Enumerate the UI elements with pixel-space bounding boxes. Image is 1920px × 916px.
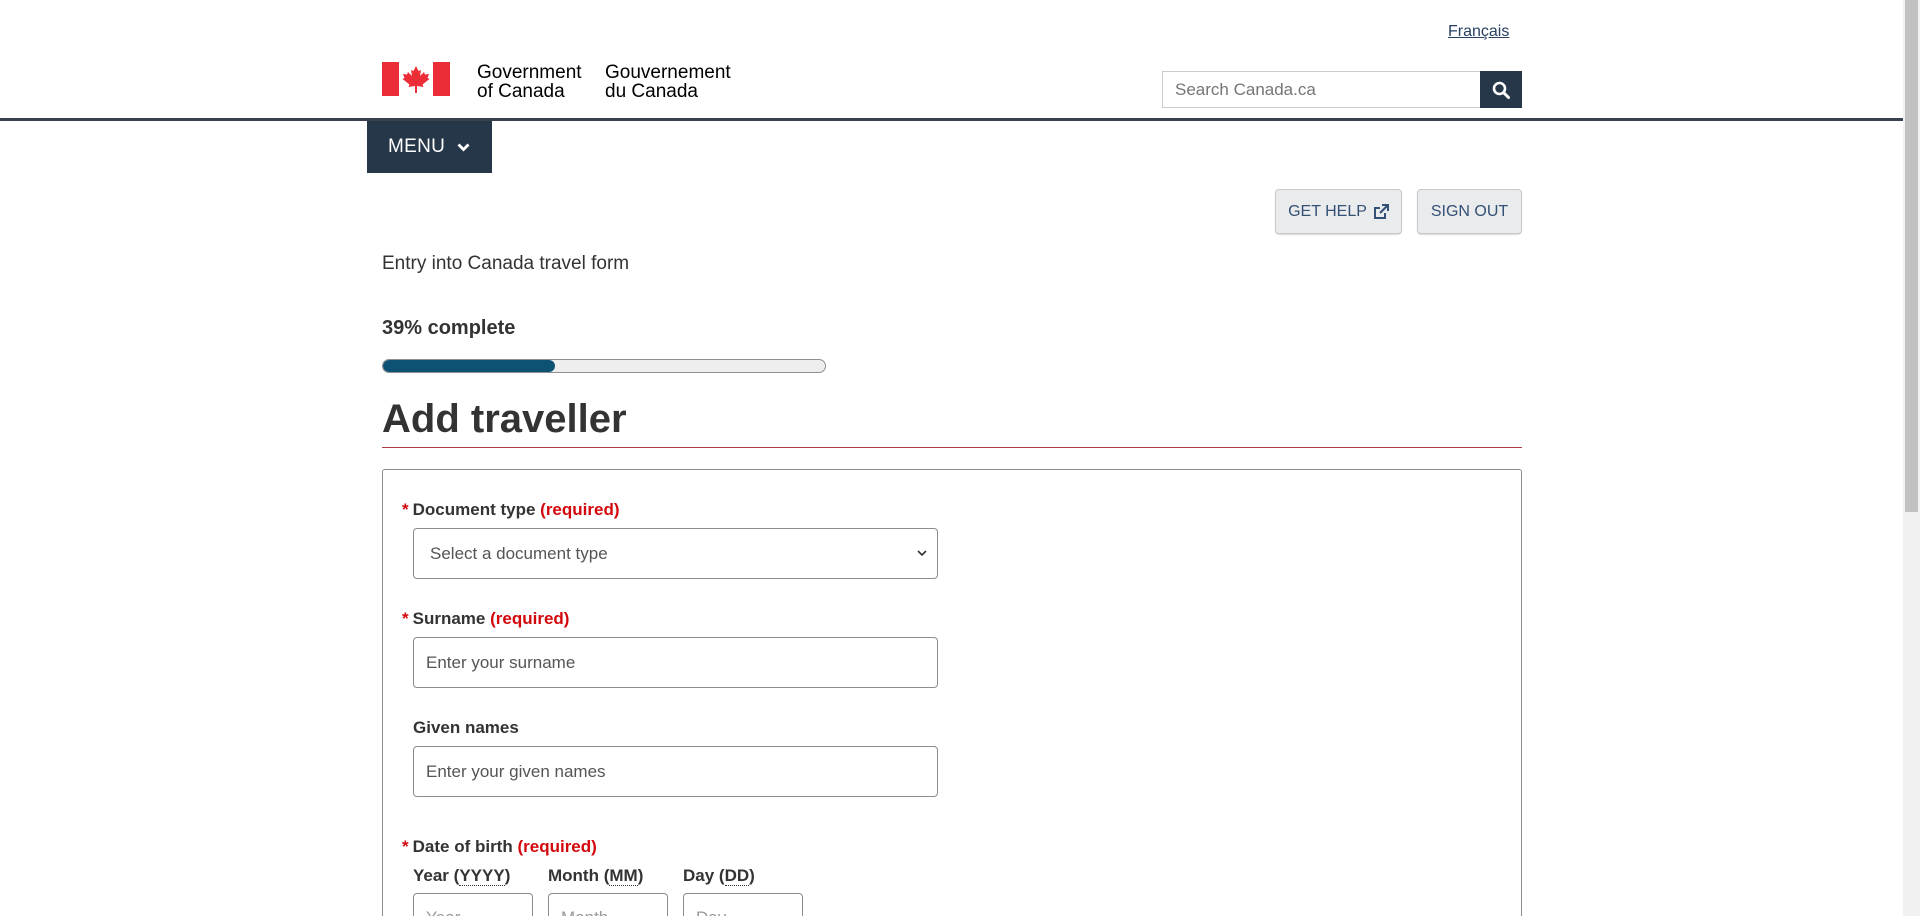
external-link-icon (1373, 203, 1389, 219)
document-type-label-text: Document type (412, 500, 536, 519)
document-type-selected: Select a document type (430, 543, 608, 563)
document-type-select[interactable]: Select a document type (413, 528, 938, 579)
signature-french: Gouvernement du Canada (605, 63, 731, 101)
surname-input[interactable]: Enter your surname (413, 637, 938, 688)
birth-day-format: DD (724, 866, 750, 886)
birth-year-input[interactable]: Year (413, 893, 533, 916)
get-help-button[interactable]: GET HELP (1275, 189, 1402, 234)
chevron-down-icon (917, 550, 927, 557)
signature-fr-line2: du Canada (605, 81, 698, 102)
document-type-label: * Document type (required) (402, 500, 620, 520)
site-search (1162, 71, 1522, 108)
given-names-input[interactable]: Enter your given names (413, 746, 938, 797)
scrollbar-thumb[interactable] (1905, 0, 1918, 512)
chevron-down-icon (457, 143, 470, 151)
sign-out-button[interactable]: SIGN OUT (1417, 189, 1522, 234)
birth-month-label-text: Month (548, 866, 599, 885)
date-of-birth-label-text: Date of birth (412, 837, 513, 856)
required-indicator: (required) (540, 500, 620, 519)
birth-month-format: MM (609, 866, 638, 886)
language-toggle-link[interactable]: Français (1448, 23, 1509, 41)
signature-en-line1: Government (477, 62, 582, 83)
surname-label-text: Surname (412, 609, 486, 628)
page-title: Add traveller (382, 397, 627, 441)
progress-label: 39% complete (382, 317, 516, 339)
signature-fr-line1: Gouvernement (605, 62, 731, 83)
header-divider (0, 118, 1903, 121)
title-underline (382, 447, 1522, 448)
signature-en-line2: of Canada (477, 81, 565, 102)
search-input[interactable] (1162, 71, 1480, 108)
search-icon (1492, 81, 1510, 99)
required-asterisk: * (402, 500, 409, 519)
birth-day-label: Day (DD) (683, 866, 755, 886)
required-asterisk: * (402, 609, 409, 628)
surname-label: * Surname (required) (402, 609, 569, 629)
birth-month-input[interactable]: Month (548, 893, 668, 916)
birth-year-format: YYYY (459, 866, 505, 886)
date-of-birth-label: * Date of birth (required) (402, 837, 597, 857)
search-button[interactable] (1480, 71, 1522, 108)
birth-day-label-text: Day (683, 866, 715, 885)
progress-bar (382, 359, 826, 373)
canada-flag-icon (382, 62, 450, 96)
page: Français Government of Canada Gouverneme… (0, 0, 1903, 916)
get-help-label: GET HELP (1288, 202, 1367, 220)
form-title: Entry into Canada travel form (382, 253, 630, 274)
required-indicator: (required) (490, 609, 570, 628)
progress-bar-fill (383, 360, 556, 372)
menu-button[interactable]: MENU (367, 121, 492, 173)
birth-year-label-text: Year (413, 866, 449, 885)
birth-year-label: Year (YYYY) (413, 866, 511, 886)
menu-label: MENU (388, 136, 446, 157)
required-asterisk: * (402, 837, 409, 856)
birth-month-label: Month (MM) (548, 866, 644, 886)
birth-day-input[interactable]: Day (683, 893, 803, 916)
required-indicator: (required) (517, 837, 597, 856)
given-names-label: Given names (413, 718, 519, 737)
government-signature[interactable]: Government of Canada Gouvernement du Can… (382, 62, 731, 101)
signature-english: Government of Canada (477, 63, 605, 101)
vertical-scrollbar[interactable] (1903, 0, 1920, 916)
